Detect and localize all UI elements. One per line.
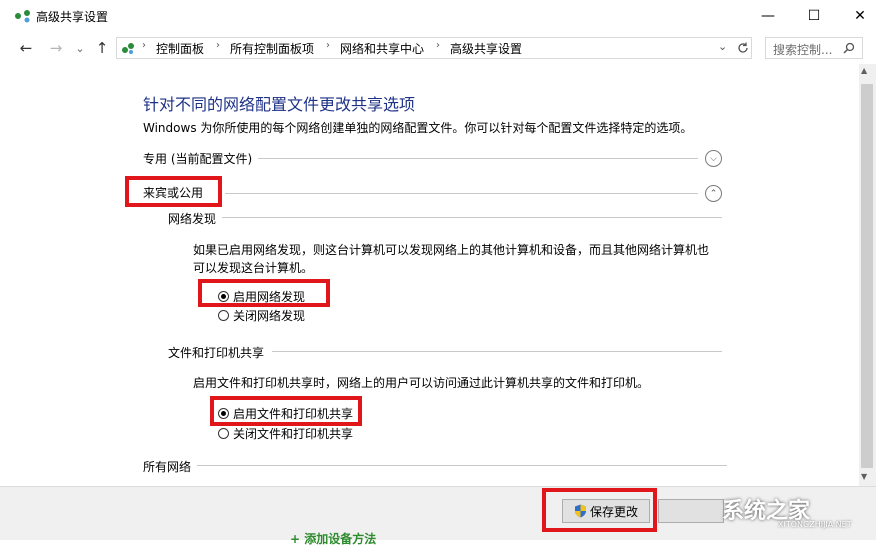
refresh-icon[interactable]: [736, 41, 750, 55]
uac-shield-icon: [574, 504, 586, 518]
radio-network-discovery-off[interactable]: 关闭网络发现: [218, 307, 305, 324]
chevron-up-icon[interactable]: ⌃: [705, 185, 722, 202]
file-printer-sharing-title: 文件和打印机共享: [168, 346, 265, 360]
chevron-down-icon[interactable]: ⌵: [705, 150, 722, 167]
divider: [197, 465, 727, 466]
save-changes-label: 保存更改: [589, 504, 638, 519]
up-button[interactable]: ↑: [92, 38, 112, 58]
radio-label: 启用网络发现: [233, 290, 306, 304]
search-placeholder: 搜索控制...: [773, 43, 833, 57]
divider: [258, 158, 698, 159]
watermark-subtext: XITONGZHIJIA.NET: [778, 520, 852, 529]
recent-locations-button[interactable]: ⌄: [70, 38, 90, 58]
network-discovery-text-line1: 如果已启用网络发现，则这台计算机可以发现网络上的其他计算机和设备，而且其他网络计…: [193, 243, 710, 257]
network-discovery-title: 网络发现: [168, 212, 217, 226]
divider: [222, 217, 722, 218]
network-sharing-icon: [15, 10, 30, 23]
radio-selected-icon: [218, 408, 229, 419]
radio-unselected-icon: [218, 428, 229, 439]
scroll-down-icon[interactable]: ▼: [861, 472, 867, 481]
address-bar[interactable]: [116, 37, 752, 59]
address-dropdown-icon[interactable]: ⌄: [718, 40, 727, 53]
profile-guest-public-label[interactable]: 来宾或公用: [143, 184, 203, 201]
breadcrumb-separator: ›: [142, 40, 146, 51]
breadcrumb-network-center[interactable]: 网络和共享中心: [340, 40, 424, 57]
breadcrumb-separator: ›: [436, 40, 440, 51]
window-title: 高级共享设置: [36, 10, 109, 24]
radio-label: 关闭文件和打印机共享: [233, 427, 354, 441]
divider: [225, 193, 698, 194]
network-discovery-text-line2: 可以发现这台计算机。: [193, 261, 314, 275]
profile-private-label[interactable]: 专用 (当前配置文件): [143, 150, 252, 167]
close-button[interactable]: ✕: [837, 0, 883, 31]
scroll-up-icon[interactable]: ▲: [861, 66, 867, 75]
breadcrumb-control-panel[interactable]: 控制面板: [156, 40, 204, 57]
maximize-button[interactable]: ☐: [791, 0, 837, 31]
radio-unselected-icon: [218, 310, 229, 321]
divider: [272, 351, 722, 352]
radio-label: 关闭网络发现: [233, 309, 306, 323]
file-printer-sharing-text: 启用文件和打印机共享时，网络上的用户可以访问通过此计算机共享的文件和打印机。: [193, 376, 650, 390]
radio-file-sharing-on[interactable]: 启用文件和打印机共享: [218, 405, 353, 422]
radio-label: 启用文件和打印机共享: [233, 407, 354, 421]
radio-file-sharing-off[interactable]: 关闭文件和打印机共享: [218, 425, 353, 442]
radio-selected-icon: [218, 291, 229, 302]
search-icon[interactable]: [843, 42, 855, 54]
profile-all-networks-label[interactable]: 所有网络: [143, 458, 191, 475]
back-button[interactable]: ←: [16, 38, 36, 58]
cancel-button[interactable]: [658, 499, 724, 523]
page-description: Windows 为你所使用的每个网络创建单独的网络配置文件。你可以针对每个配置文…: [143, 121, 693, 135]
radio-network-discovery-on[interactable]: 启用网络发现: [218, 288, 305, 305]
breadcrumb-all-items[interactable]: 所有控制面板项: [230, 40, 314, 57]
minimize-button[interactable]: —: [745, 0, 791, 31]
forward-button[interactable]: →: [46, 38, 66, 58]
breadcrumb-separator: ›: [216, 40, 220, 51]
breadcrumb-separator: ›: [326, 40, 330, 51]
control-panel-icon: [122, 43, 134, 54]
save-changes-button[interactable]: 保存更改: [562, 499, 650, 523]
scrollbar-thumb[interactable]: [861, 84, 873, 468]
page-title: 针对不同的网络配置文件更改共享选项: [143, 95, 416, 114]
breadcrumb-advanced-sharing[interactable]: 高级共享设置: [450, 40, 522, 57]
